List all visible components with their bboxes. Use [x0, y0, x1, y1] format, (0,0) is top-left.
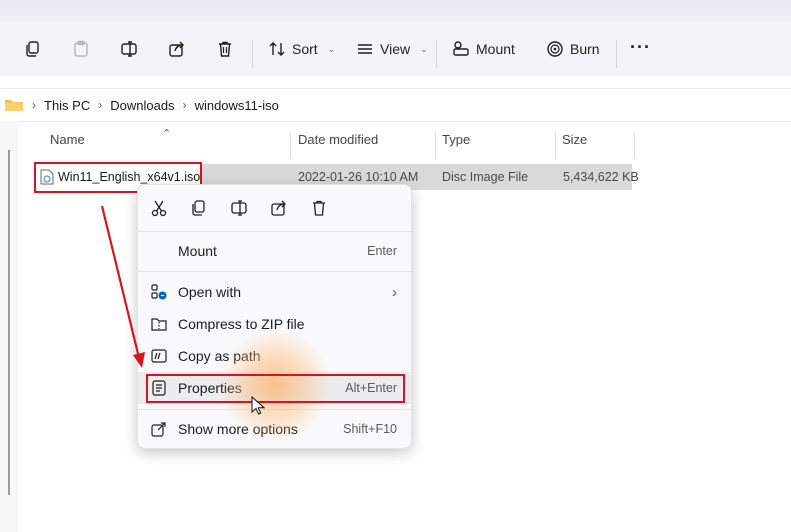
menu-item-open-with[interactable]: Open with › — [138, 276, 411, 308]
file-type: Disc Image File — [442, 170, 529, 184]
toolbar-divider — [616, 40, 617, 68]
column-header-size[interactable]: Size — [562, 132, 587, 158]
file-name[interactable]: Win11_English_x64v1.iso — [58, 170, 200, 184]
scrollbar[interactable] — [8, 150, 10, 495]
sort-ascending-icon: ⌃ — [162, 128, 172, 140]
chevron-down-icon: ⌄ — [420, 43, 428, 54]
menu-item-shortcut: Enter — [367, 244, 397, 258]
burn-label: Burn — [570, 41, 600, 57]
column-header-date[interactable]: Date modified — [298, 132, 378, 158]
file-size: 5,434,622 KB — [563, 170, 639, 184]
share-icon[interactable] — [270, 199, 288, 217]
view-label: View — [380, 41, 411, 57]
zip-folder-icon — [151, 318, 167, 331]
chevron-down-icon: ⌄ — [327, 43, 336, 54]
more-options-button[interactable]: ··· — [630, 29, 651, 65]
rename-button[interactable] — [120, 31, 138, 67]
rename-icon[interactable] — [230, 199, 248, 217]
mouse-cursor-icon — [251, 396, 265, 415]
mount-label: Mount — [476, 41, 515, 57]
menu-item-label: Mount — [178, 243, 217, 259]
window-title-strip — [0, 0, 791, 22]
breadcrumb-this-pc[interactable]: This PC — [44, 98, 90, 113]
column-divider[interactable] — [435, 132, 436, 158]
copy-icon — [26, 41, 39, 57]
column-divider[interactable] — [555, 132, 556, 158]
disc-icon — [547, 41, 563, 57]
menu-divider — [138, 271, 411, 272]
mount-button[interactable]: Mount — [452, 31, 515, 67]
column-divider[interactable] — [634, 132, 635, 158]
chevron-right-icon: › — [98, 98, 103, 112]
delete-button[interactable] — [216, 31, 234, 67]
trash-icon[interactable] — [310, 199, 328, 217]
cut-icon[interactable] — [150, 199, 168, 217]
chevron-right-icon: › — [182, 98, 187, 112]
properties-highlight-box — [146, 374, 405, 403]
copy-icon[interactable] — [190, 199, 208, 217]
column-header-type[interactable]: Type — [442, 132, 470, 158]
toolbar-divider — [252, 40, 253, 68]
copy-button[interactable] — [24, 31, 42, 67]
view-button[interactable]: View ⌄ — [356, 31, 428, 67]
menu-item-label: Compress to ZIP file — [178, 316, 305, 332]
menu-item-label: Open with — [178, 284, 242, 300]
mount-icon — [453, 41, 469, 56]
sort-label: Sort — [292, 41, 318, 57]
sort-button[interactable]: Sort ⌄ — [268, 31, 335, 67]
folder-icon — [5, 100, 23, 111]
column-divider[interactable] — [290, 132, 291, 158]
disc-image-file-icon — [40, 169, 54, 185]
open-with-icon — [151, 284, 167, 300]
sort-icon — [269, 42, 285, 56]
paste-button[interactable] — [72, 31, 90, 67]
burn-button[interactable]: Burn — [546, 31, 600, 67]
menu-item-shortcut: Shift+F10 — [343, 422, 397, 436]
context-menu-quick-actions — [138, 195, 411, 223]
paste-icon — [74, 40, 88, 57]
more-icon: ··· — [630, 36, 651, 57]
breadcrumb: › This PC › Downloads › windows11-iso — [0, 88, 791, 122]
trash-icon — [219, 41, 231, 57]
breadcrumb-downloads[interactable]: Downloads — [110, 98, 174, 113]
file-date: 2022-01-26 10:10 AM — [298, 170, 419, 184]
menu-divider — [138, 231, 411, 232]
command-bar: Sort ⌄ View ⌄ Mount Burn ··· — [0, 22, 791, 76]
copy-path-icon — [151, 349, 167, 363]
share-button[interactable] — [168, 31, 186, 67]
menu-item-mount[interactable]: Mount Enter — [138, 235, 411, 267]
toolbar-divider — [436, 40, 437, 68]
breadcrumb-current-folder[interactable]: windows11-iso — [195, 98, 279, 113]
chevron-right-icon: › — [32, 98, 36, 112]
column-header-name[interactable]: Name — [50, 132, 85, 158]
chevron-right-icon: › — [392, 283, 397, 301]
rename-icon — [121, 41, 137, 57]
view-icon — [358, 44, 372, 54]
show-more-icon — [151, 422, 166, 437]
share-icon — [169, 41, 184, 57]
